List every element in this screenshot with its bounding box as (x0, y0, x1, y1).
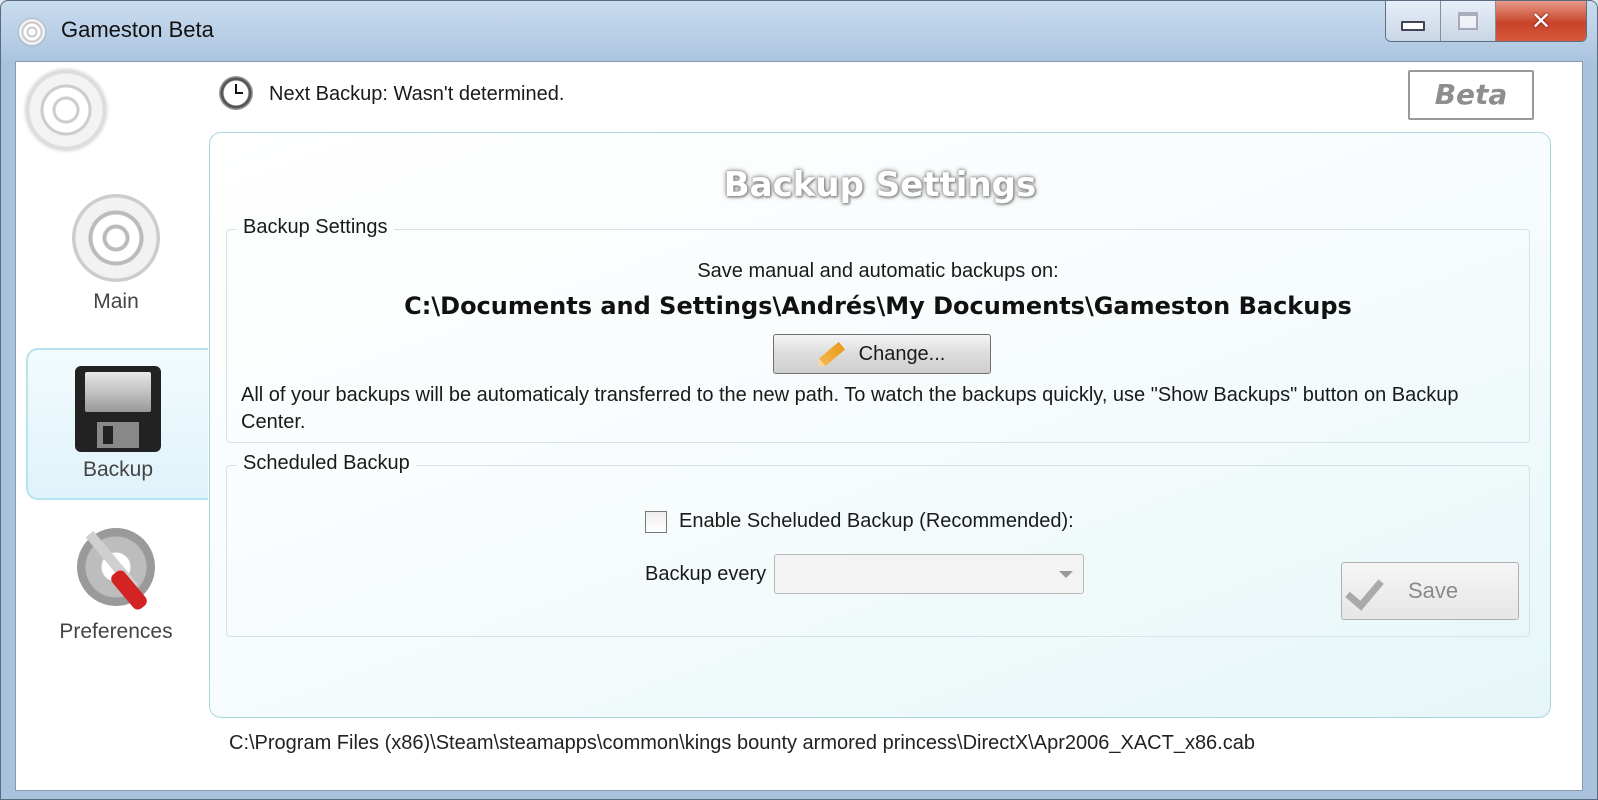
sidebar-item-main[interactable]: Main (26, 194, 206, 324)
save-button-label: Save (1408, 578, 1459, 603)
maximize-icon (1458, 12, 1478, 30)
sidebar-item-label: Main (93, 290, 139, 313)
minimize-icon (1401, 21, 1425, 31)
beta-badge: Beta (1408, 70, 1534, 120)
chevron-down-icon (1059, 571, 1074, 578)
close-button[interactable]: ✕ (1496, 1, 1586, 41)
window-controls: ✕ (1385, 1, 1587, 42)
clock-icon (219, 76, 253, 110)
client-area: Main Backup Preferences Next Backup: Was… (15, 61, 1583, 791)
maximize-button[interactable] (1441, 1, 1496, 41)
checkmark-icon (1348, 571, 1388, 611)
backup-settings-group: Backup Settings Save manual and automati… (226, 216, 1530, 443)
panel-title: Backup Settings (723, 165, 1037, 205)
scheduled-backup-group: Scheduled Backup Enable Scheluded Backup… (226, 452, 1530, 637)
group-legend: Backup Settings (237, 216, 394, 239)
next-backup-status: Next Backup: Wasn't determined. (269, 83, 565, 105)
status-current-file: C:\Program Files (x86)\Steam\steamapps\c… (229, 732, 1255, 754)
backup-every-dropdown[interactable] (774, 554, 1085, 594)
app-window: Gameston Beta ✕ Main Backup Preferences … (0, 0, 1598, 800)
save-button[interactable]: Save (1341, 562, 1519, 620)
backup-settings-panel: Backup Settings Backup Settings Save man… (209, 132, 1551, 718)
sidebar-item-preferences[interactable]: Preferences (26, 524, 206, 674)
sidebar-item-label: Backup (82, 458, 154, 481)
target-icon (72, 194, 160, 282)
app-logo-icon (26, 70, 106, 150)
minimize-button[interactable] (1386, 1, 1441, 41)
title-bar[interactable]: Gameston Beta ✕ (1, 1, 1597, 61)
change-path-button[interactable]: Change... (773, 334, 991, 374)
save-location-label: Save manual and automatic backups on: (697, 260, 1059, 282)
backup-every-label: Backup every (645, 562, 767, 585)
app-icon[interactable] (19, 19, 45, 45)
gear-tools-icon (73, 524, 159, 612)
transfer-note: All of your backups will be automaticaly… (241, 384, 1459, 433)
sidebar: Main Backup Preferences (16, 62, 211, 790)
change-button-label: Change... (858, 342, 946, 365)
enable-scheduled-label[interactable]: Enable Scheluded Backup (Recommended): (679, 510, 1074, 533)
enable-scheduled-row: Enable Scheluded Backup (Recommended): (645, 510, 1074, 533)
backup-path: C:\Documents and Settings\Andrés\My Docu… (404, 292, 1352, 320)
enable-scheduled-checkbox[interactable] (645, 510, 667, 533)
backup-every-row: Backup every (645, 554, 1085, 594)
close-icon: ✕ (1530, 7, 1552, 35)
main-content: Next Backup: Wasn't determined. Beta Bac… (209, 62, 1582, 790)
floppy-disk-icon (75, 366, 161, 452)
pencil-icon (818, 341, 845, 367)
group-legend: Scheduled Backup (237, 452, 416, 475)
sidebar-item-backup[interactable]: Backup (26, 348, 208, 500)
sidebar-item-label: Preferences (59, 620, 173, 643)
window-title: Gameston Beta (61, 17, 214, 42)
